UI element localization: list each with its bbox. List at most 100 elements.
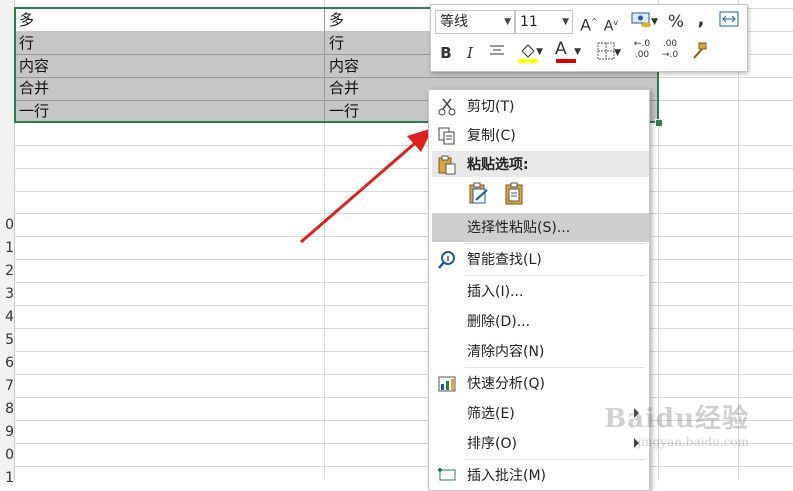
menu-separator — [465, 275, 645, 276]
menu-item-label: 智能查找(L) — [467, 252, 542, 268]
format-painter-icon — [693, 42, 707, 59]
row-number[interactable] — [0, 192, 14, 215]
row-number[interactable] — [0, 123, 14, 146]
chevron-down-icon: ▼ — [504, 17, 511, 27]
row-number[interactable]: 1 — [0, 237, 14, 260]
row-number[interactable]: 9 — [0, 421, 14, 444]
copy-icon — [438, 127, 455, 145]
decrease-font-button[interactable]: Av — [601, 12, 621, 35]
menu-item-label: 排序(O) — [467, 436, 517, 452]
quick-analysis-icon — [438, 376, 456, 392]
menu-item-copy[interactable]: 复制(C) — [429, 121, 649, 151]
font-name-box[interactable]: 等线 ▼ — [435, 10, 515, 34]
menu-item-label: 剪切(T) — [467, 99, 515, 115]
decrease-font-icon: A — [603, 18, 614, 35]
paste-icon — [438, 155, 456, 175]
row-number[interactable]: 7 — [0, 375, 14, 398]
font-name-value: 等线 — [440, 14, 468, 30]
menu-item-label: 清除内容(N) — [467, 344, 545, 360]
row-border — [14, 328, 793, 329]
row-border — [14, 282, 793, 283]
paste-clipboard-icon — [505, 182, 523, 205]
menu-separator — [465, 367, 645, 368]
row-border — [14, 305, 793, 306]
menu-item-label: 插入(I)... — [467, 284, 524, 300]
smart-lookup-icon — [438, 251, 455, 269]
borders-button[interactable]: ▼ — [591, 42, 621, 64]
decrease-decimal-icon: .00 →.0 — [661, 39, 679, 60]
borders-icon — [597, 42, 615, 60]
menu-separator — [465, 459, 645, 460]
menu-item-label: 筛选(E) — [467, 406, 515, 422]
increase-decimal-button[interactable]: ←.0 .00 — [629, 39, 655, 61]
scissors-icon — [438, 98, 456, 116]
arrow-shaft — [300, 136, 422, 244]
font-color-button[interactable]: A ▼ — [551, 39, 581, 63]
row-number[interactable] — [0, 146, 14, 169]
watermark-url: jingyan.baidu.com — [637, 435, 749, 449]
percent-button[interactable]: % — [665, 11, 687, 33]
row-number[interactable]: 2 — [0, 260, 14, 283]
font-size-value: 11 — [520, 14, 538, 30]
bold-button[interactable]: B — [437, 42, 455, 64]
row-number[interactable]: 3 — [0, 283, 14, 306]
paste-options-header: 粘贴选项: — [429, 150, 649, 180]
paste-formulas-option[interactable] — [467, 182, 491, 206]
comment-icon — [438, 468, 456, 481]
wrap-text-icon — [719, 11, 739, 27]
row-number[interactable]: 0 — [0, 444, 14, 467]
menu-item-label: 删除(D)... — [467, 314, 531, 330]
increase-decimal-icon: ←.0 .00 — [633, 39, 651, 60]
annotation-arrow — [300, 128, 433, 244]
menu-item-insert[interactable]: 插入(I)... — [429, 277, 649, 307]
number-format-button[interactable]: ▼ — [626, 11, 658, 33]
chevron-down-icon: ▼ — [651, 17, 658, 27]
row-number[interactable]: 5 — [0, 329, 14, 352]
increase-font-button[interactable]: A^ — [579, 11, 599, 35]
italic-button[interactable]: I — [461, 42, 479, 64]
chevron-down-icon: ▼ — [562, 17, 569, 27]
menu-item-insert-comment[interactable]: 插入批注(M) — [429, 461, 649, 491]
fill-handle[interactable] — [655, 119, 663, 127]
menu-item-label: 快速分析(Q) — [467, 376, 545, 392]
menu-item-label: 粘贴选项: — [467, 157, 529, 173]
menu-item-quick-analysis[interactable]: 快速分析(Q) — [429, 369, 649, 399]
row-number[interactable]: 4 — [0, 306, 14, 329]
chevron-down-icon: ▼ — [536, 47, 543, 57]
watermark-brand: Baidu经验 — [604, 404, 749, 434]
paste-formulas-icon — [469, 182, 488, 204]
row-number[interactable]: 0 — [0, 214, 14, 237]
menu-item-delete[interactable]: 删除(D)... — [429, 307, 649, 337]
chevron-down-icon: ▼ — [574, 47, 581, 57]
row-number[interactable]: 8 — [0, 398, 14, 421]
row-number[interactable] — [0, 169, 14, 192]
wrap-text-button[interactable] — [717, 11, 741, 33]
row-border — [14, 351, 793, 352]
menu-item-cut[interactable]: 剪切(T) — [429, 92, 649, 122]
row-border — [14, 259, 793, 260]
format-painter-button[interactable] — [687, 42, 711, 64]
fill-color-button[interactable]: ▼ — [513, 41, 543, 63]
font-size-box[interactable]: 11 ▼ — [515, 10, 573, 34]
row-border — [14, 374, 793, 375]
row-number[interactable]: 6 — [0, 352, 14, 375]
row-border — [14, 466, 793, 467]
font-color-letter: A — [555, 39, 567, 59]
comma-style-button[interactable]: , — [693, 9, 709, 31]
decrease-decimal-button[interactable]: .00 →.0 — [657, 39, 683, 61]
menu-item-label: 选择性粘贴(S)... — [467, 220, 571, 236]
accounting-format-icon — [631, 12, 651, 28]
chevron-down-icon: ▼ — [614, 48, 621, 58]
menu-item-smart-lookup[interactable]: 智能查找(L) — [429, 245, 649, 275]
menu-item-label: 插入批注(M) — [467, 468, 547, 484]
menu-item-paste-special[interactable]: 选择性粘贴(S)... — [429, 213, 649, 243]
baidu-watermark: Baidu经验 jingyan.baidu.com — [604, 398, 749, 449]
menu-separator — [465, 243, 645, 244]
menu-item-label: 复制(C) — [467, 128, 516, 144]
menu-item-clear-contents[interactable]: 清除内容(N) — [429, 337, 649, 367]
paste-default-option[interactable] — [503, 182, 527, 206]
mini-toolbar: 等线 ▼ 11 ▼ A^ Av ▼ % , B I ▼ A ▼ ▼ ←.0 .0… — [430, 4, 748, 72]
increase-font-icon: A — [580, 15, 592, 35]
align-center-icon — [490, 45, 504, 55]
center-align-button[interactable] — [487, 42, 507, 64]
